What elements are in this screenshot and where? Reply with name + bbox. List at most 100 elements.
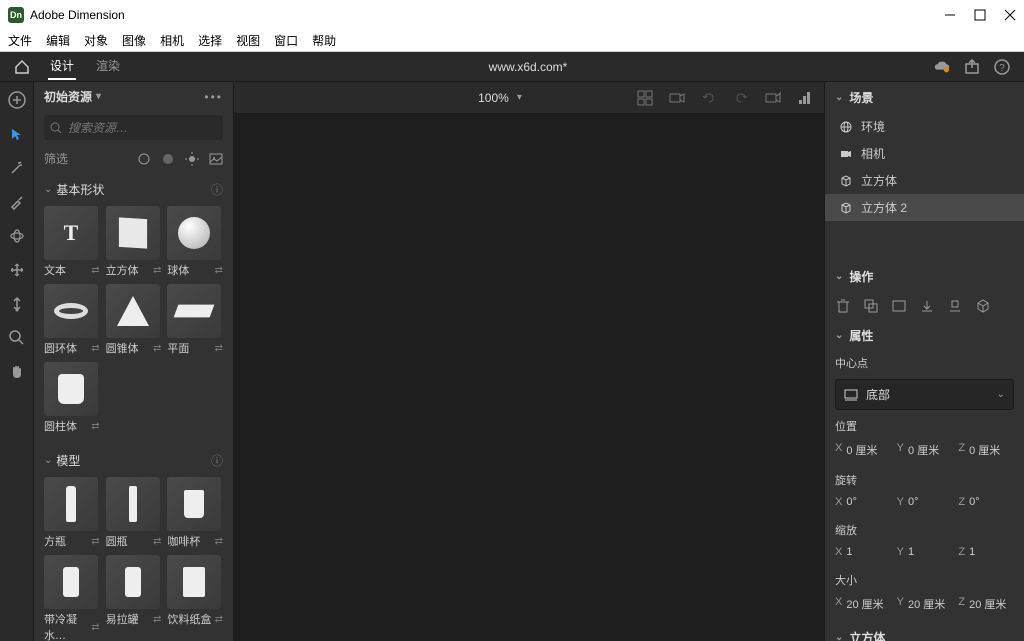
magic-wand-tool[interactable] — [7, 158, 27, 178]
grid-icon[interactable] — [636, 89, 654, 107]
size-y[interactable]: Y20 厘米 — [897, 596, 953, 612]
duplicate-icon[interactable] — [863, 298, 879, 314]
size-x[interactable]: X20 厘米 — [835, 596, 891, 612]
rotation-y[interactable]: Y0° — [897, 496, 953, 508]
position-x[interactable]: X0 厘米 — [835, 442, 891, 458]
scene-item[interactable]: 立方体 2 — [825, 194, 1024, 221]
asset-menu-icon[interactable]: ⇄ — [153, 265, 161, 276]
size-z[interactable]: Z20 厘米 — [958, 596, 1014, 612]
canvas-viewport[interactable] — [234, 114, 824, 641]
move-to-ground-icon[interactable] — [947, 298, 963, 314]
hand-tool[interactable] — [7, 362, 27, 382]
asset-menu-icon[interactable]: ⇄ — [215, 343, 223, 354]
scale-z[interactable]: Z1 — [958, 546, 1014, 558]
properties-section-header[interactable]: ⌄ 属性 — [825, 320, 1024, 351]
help-icon[interactable]: ⓘ — [211, 452, 223, 469]
asset-item[interactable]: 圆柱体⇄ — [44, 362, 100, 434]
asset-item[interactable]: 球体⇄ — [167, 206, 223, 278]
menu-item[interactable]: 视图 — [236, 32, 260, 49]
camera-add-icon[interactable]: + — [764, 89, 782, 107]
pan-tool[interactable] — [7, 260, 27, 280]
menu-item[interactable]: 编辑 — [46, 32, 70, 49]
undo-icon[interactable] — [700, 89, 718, 107]
scene-section-header[interactable]: ⌄ 场景 — [825, 82, 1024, 113]
close-button[interactable] — [1004, 9, 1016, 21]
zoom-tool[interactable] — [7, 328, 27, 348]
delete-icon[interactable] — [835, 298, 851, 314]
menu-item[interactable]: 窗口 — [274, 32, 298, 49]
scale-x[interactable]: X1 — [835, 546, 891, 558]
camera-bookmark-icon[interactable] — [668, 89, 686, 107]
asset-menu-icon[interactable]: ⇄ — [215, 265, 223, 276]
position-z[interactable]: Z0 厘米 — [958, 442, 1014, 458]
mode-tab[interactable]: 设计 — [48, 53, 76, 80]
asset-item[interactable]: 饮料纸盒⇄ — [167, 555, 223, 641]
panel-menu-icon[interactable]: ••• — [204, 90, 223, 104]
search-input[interactable]: 搜索资源… — [44, 115, 223, 140]
asset-item[interactable]: 圆瓶⇄ — [106, 477, 162, 549]
asset-item[interactable]: T文本⇄ — [44, 206, 100, 278]
scale-y[interactable]: Y1 — [897, 546, 953, 558]
menu-item[interactable]: 帮助 — [312, 32, 336, 49]
asset-item[interactable]: 方瓶⇄ — [44, 477, 100, 549]
3d-box-icon[interactable] — [975, 298, 991, 314]
asset-menu-icon[interactable]: ⇄ — [91, 265, 99, 276]
object-section-header[interactable]: ⌄ 立方体 — [825, 622, 1024, 641]
asset-item[interactable]: 平面⇄ — [167, 284, 223, 356]
asset-menu-icon[interactable]: ⇄ — [215, 614, 223, 625]
asset-menu-icon[interactable]: ⇄ — [91, 622, 99, 633]
mode-tab[interactable]: 渲染 — [94, 53, 122, 80]
render-preview-icon[interactable] — [796, 89, 814, 107]
asset-menu-icon[interactable]: ⇄ — [91, 536, 99, 547]
asset-item[interactable]: 圆锥体⇄ — [106, 284, 162, 356]
actions-section-header[interactable]: ⌄ 操作 — [825, 261, 1024, 292]
asset-item[interactable]: 圆环体⇄ — [44, 284, 100, 356]
scene-item[interactable]: 环境 — [825, 113, 1024, 140]
share-icon[interactable] — [964, 59, 980, 75]
help-icon[interactable]: ⓘ — [211, 181, 223, 198]
dolly-tool[interactable] — [7, 294, 27, 314]
pivot-select[interactable]: 底部 ⌄ — [835, 379, 1014, 410]
position-y[interactable]: Y0 厘米 — [897, 442, 953, 458]
maximize-button[interactable] — [974, 9, 986, 21]
menu-item[interactable]: 相机 — [160, 32, 184, 49]
menu-item[interactable]: 图像 — [122, 32, 146, 49]
menu-item[interactable]: 选择 — [198, 32, 222, 49]
minimize-button[interactable] — [944, 9, 956, 21]
group-icon[interactable] — [891, 298, 907, 314]
filter-materials-icon[interactable] — [161, 152, 175, 166]
zoom-control[interactable]: 100% ▾ — [478, 91, 522, 105]
asset-menu-icon[interactable]: ⇄ — [153, 536, 161, 547]
filter-lights-icon[interactable] — [185, 152, 199, 166]
asset-item[interactable]: 立方体⇄ — [106, 206, 162, 278]
scene-item[interactable]: 相机 — [825, 140, 1024, 167]
redo-icon[interactable] — [732, 89, 750, 107]
asset-item[interactable]: 易拉罐⇄ — [106, 555, 162, 641]
asset-item[interactable]: 咖啡杯⇄ — [167, 477, 223, 549]
menu-item[interactable]: 对象 — [84, 32, 108, 49]
asset-menu-icon[interactable]: ⇄ — [153, 343, 161, 354]
select-tool[interactable] — [7, 124, 27, 144]
eyedropper-tool[interactable] — [7, 192, 27, 212]
asset-menu-icon[interactable]: ⇄ — [215, 536, 223, 547]
filter-shapes-icon[interactable] — [137, 152, 151, 166]
app-icon: Dn — [8, 7, 24, 23]
orbit-tool[interactable] — [7, 226, 27, 246]
menu-item[interactable]: 文件 — [8, 32, 32, 49]
scene-item[interactable]: 立方体 — [825, 167, 1024, 194]
cloud-sync-icon[interactable] — [934, 59, 950, 75]
section-title[interactable]: ⌄模型 — [44, 452, 80, 469]
asset-menu-icon[interactable]: ⇄ — [153, 614, 161, 625]
help-icon[interactable]: ? — [994, 59, 1010, 75]
chevron-down-icon[interactable]: ▾ — [96, 91, 101, 102]
filter-images-icon[interactable] — [209, 152, 223, 166]
asset-menu-icon[interactable]: ⇄ — [91, 421, 99, 432]
rotation-x[interactable]: X0° — [835, 496, 891, 508]
rotation-z[interactable]: Z0° — [958, 496, 1014, 508]
add-tool[interactable] — [7, 90, 27, 110]
home-icon[interactable] — [14, 59, 30, 75]
section-title[interactable]: ⌄基本形状 — [44, 181, 104, 198]
asset-menu-icon[interactable]: ⇄ — [91, 343, 99, 354]
align-to-ground-icon[interactable] — [919, 298, 935, 314]
asset-item[interactable]: 带冷凝水…⇄ — [44, 555, 100, 641]
